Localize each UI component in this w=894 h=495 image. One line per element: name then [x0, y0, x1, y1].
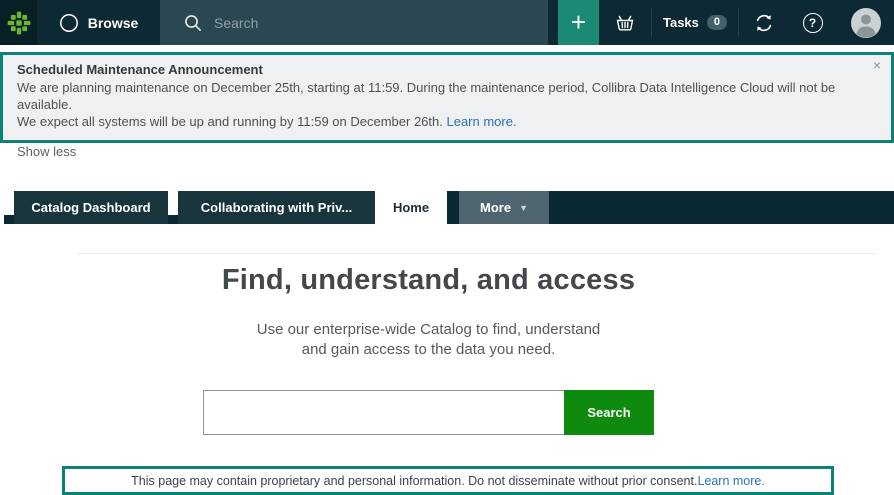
- announcement-title: Scheduled Maintenance Announcement: [17, 62, 877, 77]
- tab-collaborating-with-priv[interactable]: Collaborating with Priv...: [178, 191, 375, 224]
- announcement-line2-text: We expect all systems will be up and run…: [17, 114, 446, 129]
- tab-label: Catalog Dashboard: [31, 200, 150, 215]
- footer-learn-more-link[interactable]: Learn more.: [697, 474, 764, 488]
- close-icon[interactable]: ×: [873, 58, 881, 72]
- search-icon: [184, 14, 202, 32]
- page-subtitle-line1: Use our enterprise-wide Catalog to find,…: [0, 320, 857, 340]
- widget-divider: [77, 253, 877, 254]
- page-title: Find, understand, and access: [0, 264, 857, 297]
- tab-gap: [447, 191, 459, 224]
- announcement-line2: We expect all systems will be up and run…: [17, 113, 877, 130]
- tab-bar-filler: [549, 191, 894, 224]
- sync-icon: [753, 12, 775, 34]
- basket-icon: [614, 13, 636, 33]
- tab-catalog-dashboard[interactable]: Catalog Dashboard: [14, 191, 168, 224]
- home-dashboard-content: Find, understand, and access Use our ent…: [0, 224, 857, 466]
- announcement-learn-more-link[interactable]: Learn more.: [446, 114, 516, 129]
- browse-label: Browse: [88, 15, 139, 31]
- maintenance-announcement-banner: × Scheduled Maintenance Announcement We …: [0, 52, 894, 143]
- tab-label: Collaborating with Priv...: [201, 200, 352, 215]
- top-navigation-bar: Browse +: [0, 0, 894, 45]
- search-button[interactable]: Search: [564, 390, 654, 435]
- help-icon: ?: [803, 13, 823, 33]
- catalog-search-row: Search: [0, 390, 857, 435]
- tasks-label: Tasks: [663, 15, 699, 30]
- tasks-button[interactable]: Tasks 0: [652, 0, 738, 45]
- tab-home[interactable]: Home: [375, 191, 447, 224]
- chevron-down-icon: ▼: [519, 203, 528, 213]
- announcement-line1: We are planning maintenance on December …: [17, 79, 877, 113]
- page: Browse +: [0, 0, 894, 495]
- global-search-bar[interactable]: [160, 0, 548, 45]
- tab-more-menu[interactable]: More ▼: [459, 191, 549, 224]
- page-subtitle-line2: and gain access to the data you need.: [0, 340, 857, 360]
- app-logo[interactable]: [0, 0, 37, 45]
- data-basket-button[interactable]: [599, 0, 651, 45]
- dashboard-tab-bar: Catalog Dashboard Collaborating with Pri…: [0, 191, 894, 224]
- show-less-link[interactable]: Show less: [17, 144, 76, 159]
- disclaimer-text: This page may contain proprietary and pe…: [131, 474, 697, 488]
- collibra-logo-icon: [6, 10, 32, 36]
- tab-label: Home: [393, 200, 429, 215]
- avatar: [850, 7, 882, 39]
- tasks-count-badge: 0: [707, 15, 727, 30]
- compass-icon: [59, 13, 79, 33]
- page-subtitle: Use our enterprise-wide Catalog to find,…: [0, 320, 857, 360]
- global-search-input[interactable]: [214, 15, 514, 31]
- browse-button[interactable]: Browse: [37, 0, 160, 45]
- tab-label: More: [480, 200, 511, 215]
- disclaimer-footer: This page may contain proprietary and pe…: [62, 466, 834, 495]
- help-button[interactable]: ?: [788, 0, 837, 45]
- activities-button[interactable]: [739, 0, 788, 45]
- user-menu-button[interactable]: [837, 0, 894, 45]
- catalog-search-input[interactable]: [203, 390, 564, 435]
- create-button[interactable]: +: [558, 0, 599, 45]
